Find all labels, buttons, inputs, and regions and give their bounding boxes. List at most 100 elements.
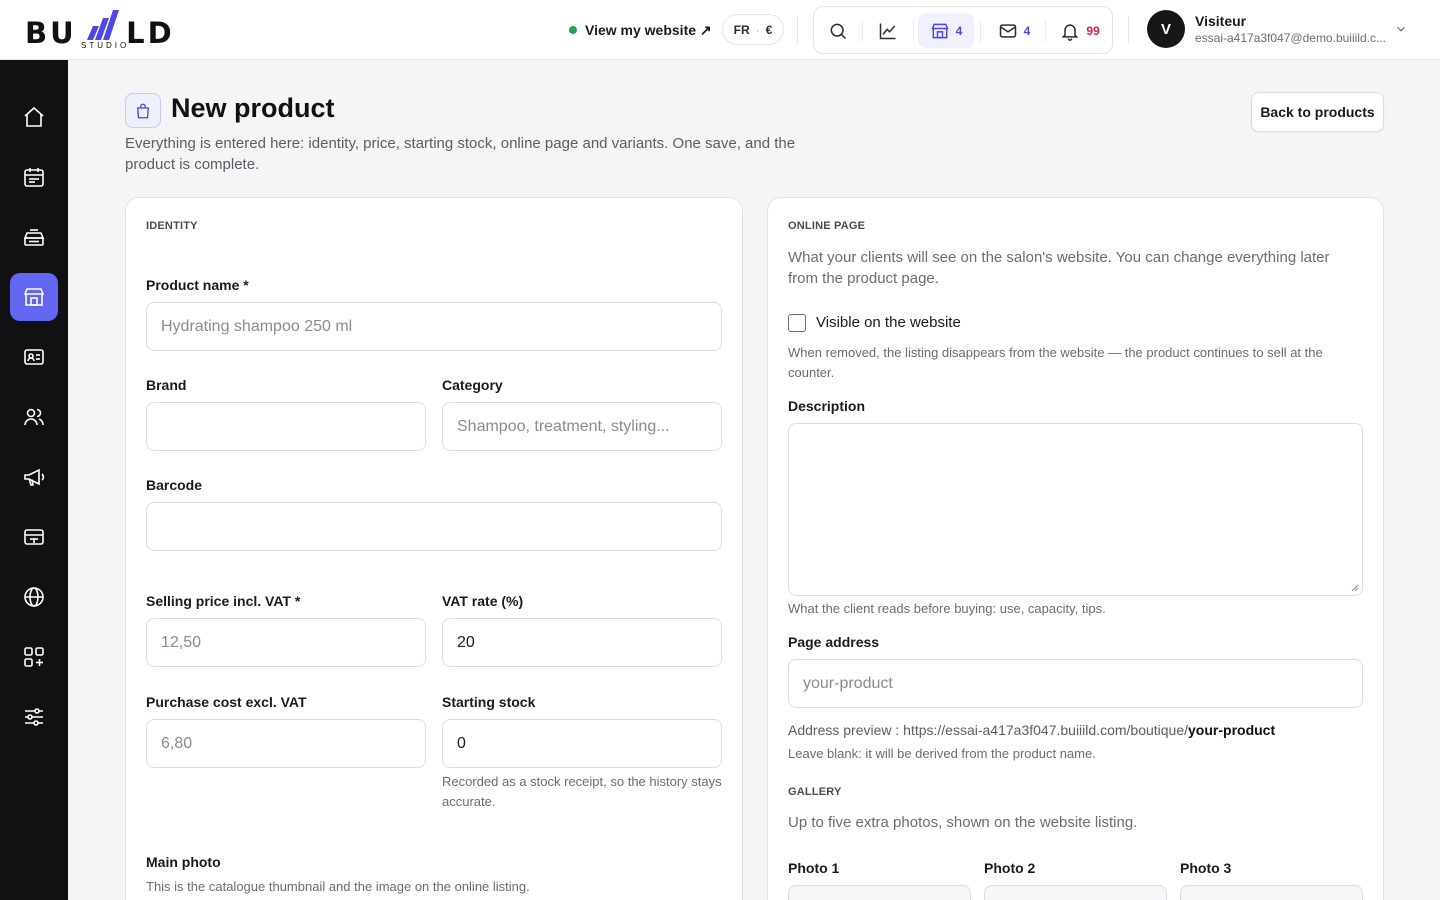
store-badge: 4 [955, 23, 963, 38]
identity-card: IDENTITY Product name * Hydrating shampo… [125, 197, 743, 900]
id-card-icon [24, 349, 44, 365]
shopping-bag-icon [137, 103, 149, 118]
online-page-card: ONLINE PAGE What your clients will see o… [767, 197, 1384, 900]
online-section-title: ONLINE PAGE [788, 220, 866, 232]
brand-logo[interactable]: BU LD STUDIO [25, 8, 185, 52]
barcode-input[interactable] [146, 502, 722, 551]
sidebar-item-website[interactable] [10, 573, 58, 621]
photo-1-label: Photo 1 [788, 860, 840, 876]
product-name-input[interactable]: Hydrating shampoo 250 ml [146, 302, 722, 351]
photo-3-slot[interactable] [1180, 885, 1363, 900]
gallery-intro: Up to five extra photos, shown on the we… [788, 814, 1138, 831]
identity-section-title: IDENTITY [146, 220, 198, 232]
page-title: New product [171, 93, 335, 123]
photo-2-slot[interactable] [984, 885, 1167, 900]
category-placeholder: Shampoo, treatment, styling... [457, 417, 670, 435]
home-icon [24, 106, 44, 127]
locale-currency: € [765, 22, 773, 37]
locale-switcher[interactable]: FR · € [722, 14, 784, 45]
page-address-input[interactable]: your-product [788, 659, 1363, 708]
vat-label: VAT rate (%) [442, 593, 524, 609]
megaphone-icon [24, 468, 45, 486]
user-email: essai-a417a3f047@demo.buiiild.c... [1195, 31, 1386, 45]
cost-input[interactable]: 6,80 [146, 719, 426, 768]
photo-1-slot[interactable] [788, 885, 971, 900]
price-input[interactable]: 12,50 [146, 618, 426, 667]
main-photo-label: Main photo [146, 854, 221, 870]
sidebar-item-cards[interactable] [10, 333, 58, 381]
resize-handle-icon[interactable] [1351, 584, 1359, 592]
sidebar-item-marketing[interactable] [10, 453, 58, 501]
sidebar-item-settings[interactable] [10, 693, 58, 741]
online-intro: What your clients will see on the salon'… [788, 249, 1330, 287]
store-orders-button[interactable]: 4 [918, 13, 974, 48]
quick-actions-bar: 4 4 99 [813, 6, 1113, 54]
divider [1128, 16, 1129, 44]
sidebar-item-register[interactable] [10, 213, 58, 261]
online-status-dot [569, 26, 577, 34]
mail-icon [999, 23, 1016, 38]
product-name-placeholder: Hydrating shampoo 250 ml [161, 317, 353, 335]
price-label: Selling price incl. VAT * [146, 593, 301, 609]
visible-checkbox[interactable] [788, 314, 806, 332]
sidebar-item-payments[interactable] [10, 513, 58, 561]
divider [1045, 20, 1046, 42]
sidebar-item-clients[interactable] [10, 393, 58, 441]
sidebar-item-shop[interactable] [10, 273, 58, 321]
view-website-link[interactable]: View my website ↗ [569, 19, 712, 41]
sidebar [0, 60, 68, 900]
main-photo-hint: This is the catalogue thumbnail and the … [146, 879, 530, 894]
chevron-down-icon[interactable] [1394, 22, 1408, 36]
address-preview-prefix: Address preview : https://essai-a417a3f0… [788, 722, 1189, 738]
user-menu[interactable]: V Visiteur essai-a417a3f047@demo.buiiild… [1147, 10, 1386, 48]
chart-icon [879, 23, 896, 39]
brand-label: Brand [146, 377, 187, 393]
payment-terminal-icon [24, 529, 44, 545]
store-icon [931, 23, 949, 38]
description-textarea[interactable] [788, 423, 1363, 596]
product-name-label: Product name * [146, 277, 249, 293]
stock-input[interactable]: 0 [442, 719, 722, 768]
view-website-label: View my website ↗ [585, 21, 712, 38]
locale-separator: · [755, 22, 760, 37]
sidebar-item-calendar[interactable] [10, 153, 58, 201]
logo-subtitle: STUDIO [81, 41, 130, 50]
page-description: Everything is entered here: identity, pr… [125, 135, 796, 173]
cash-register-icon [23, 229, 45, 246]
address-preview-slug: your-product [1188, 722, 1276, 738]
stock-value: 0 [457, 734, 466, 752]
sidebar-item-apps[interactable] [10, 633, 58, 681]
sidebar-item-home[interactable] [10, 93, 58, 141]
stock-hint: Recorded as a stock receipt, so the hist… [442, 774, 722, 809]
divider [913, 20, 914, 42]
divider [980, 20, 981, 42]
vat-input[interactable]: 20 [442, 618, 722, 667]
bell-icon [1061, 23, 1079, 41]
visible-label[interactable]: Visible on the website [816, 314, 961, 331]
category-input[interactable]: Shampoo, treatment, styling... [442, 402, 722, 451]
stock-label: Starting stock [442, 694, 536, 710]
back-to-products-button[interactable]: Back to products [1251, 92, 1384, 132]
calendar-icon [24, 168, 44, 187]
gallery-section-title: GALLERY [788, 786, 842, 798]
visible-hint: When removed, the listing disappears fro… [788, 345, 1323, 380]
apps-add-icon [24, 647, 44, 667]
vat-value: 20 [457, 633, 475, 651]
globe-icon [24, 587, 44, 607]
page-icon [125, 93, 161, 128]
divider [862, 20, 863, 42]
logo-bars-icon [87, 10, 119, 40]
sliders-icon [25, 708, 43, 726]
notifications-button[interactable]: 99 [1052, 13, 1108, 48]
search-button[interactable] [822, 13, 854, 48]
photo-3-label: Photo 3 [1180, 860, 1232, 876]
price-placeholder: 12,50 [161, 633, 202, 651]
address-hint: Leave blank: it will be derived from the… [788, 746, 1096, 761]
messages-button[interactable]: 4 [986, 13, 1042, 48]
brand-input[interactable] [146, 402, 426, 451]
search-icon [830, 23, 847, 39]
stats-button[interactable] [871, 13, 905, 48]
page-address-label: Page address [788, 634, 880, 650]
store-icon [23, 288, 45, 306]
description-label: Description [788, 398, 866, 414]
